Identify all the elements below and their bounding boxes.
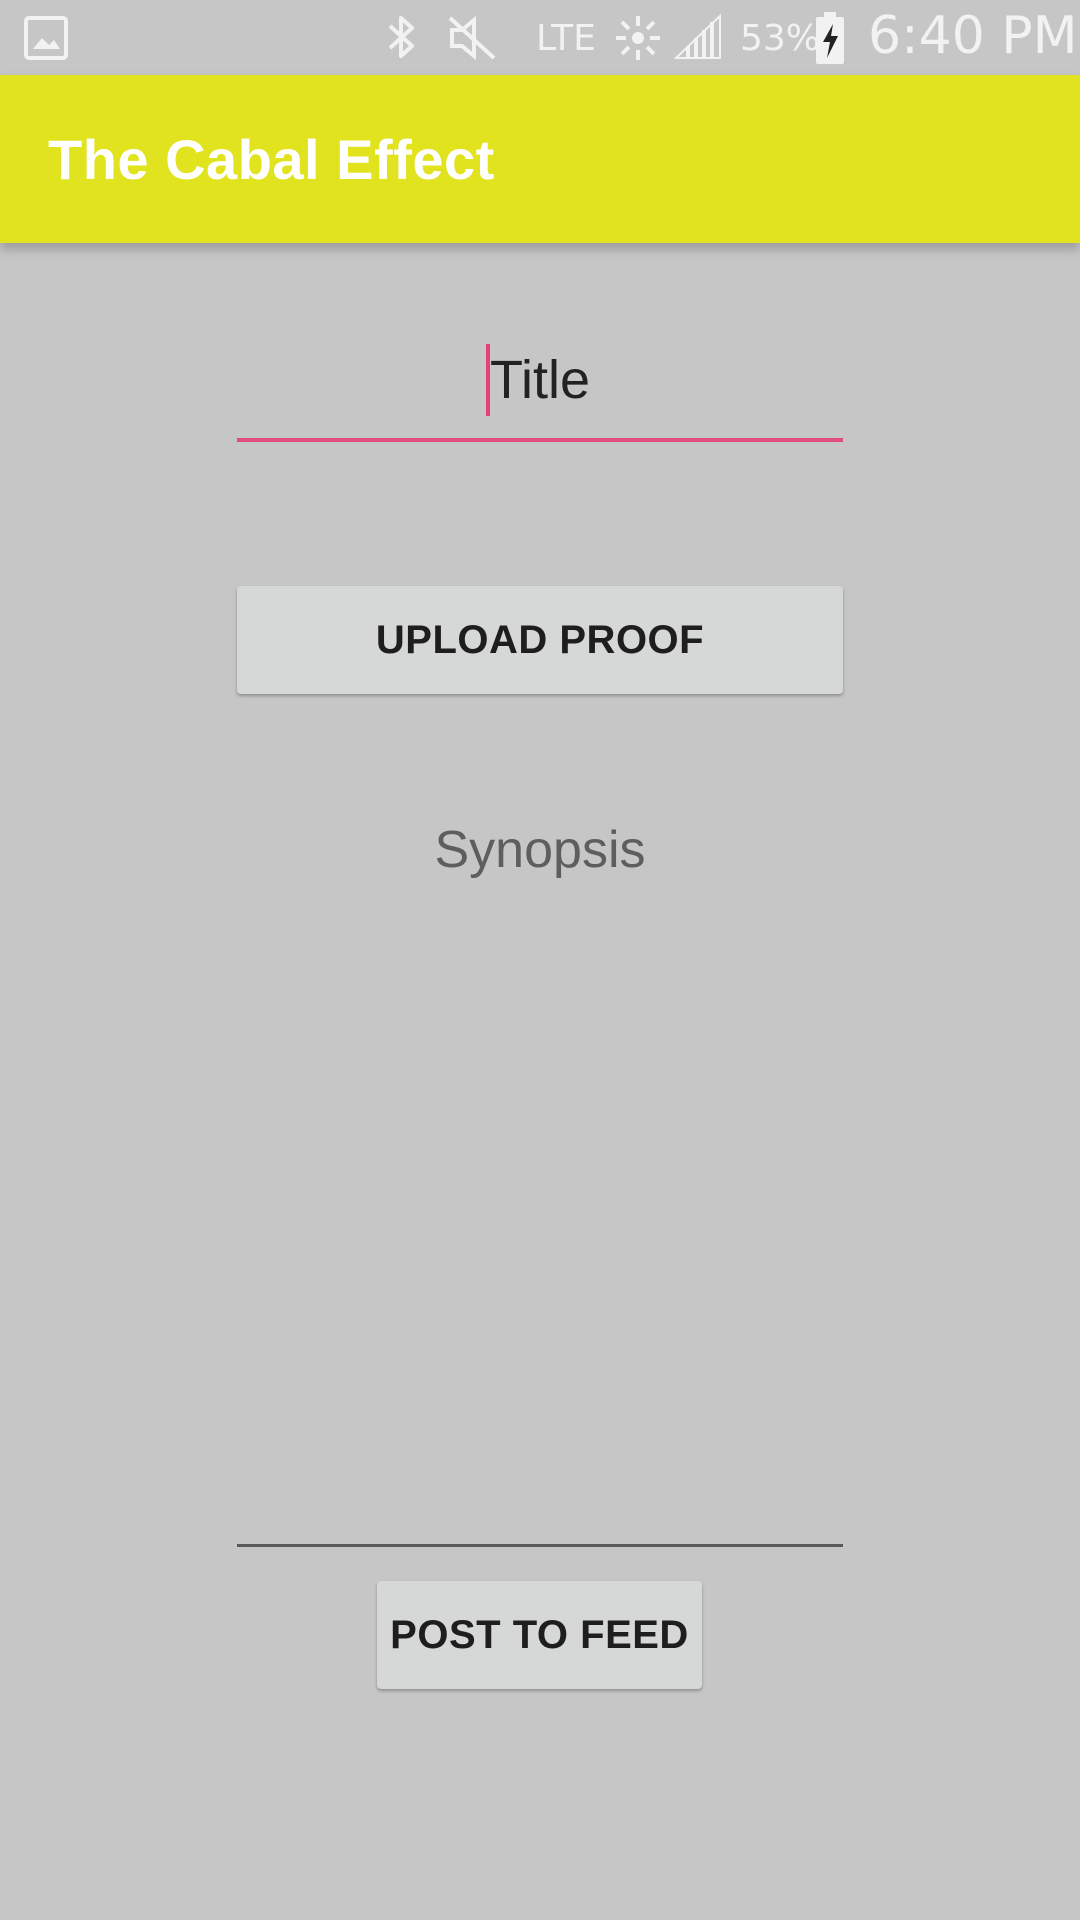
synopsis-input[interactable] — [237, 800, 843, 1560]
clock: 6:40 PM — [868, 6, 1078, 66]
upload-proof-button[interactable]: UPLOAD PROOF — [237, 586, 843, 694]
battery-charging-icon — [814, 12, 846, 70]
text-cursor — [486, 344, 490, 416]
status-bar: LTE 53% 6:40 PM — [0, 0, 1080, 75]
battery-percent: 53% — [740, 18, 821, 59]
gallery-icon — [24, 16, 68, 64]
title-field[interactable] — [237, 330, 843, 442]
signal-icon — [672, 12, 724, 66]
synopsis-underline — [237, 1544, 843, 1547]
sync-icon — [612, 12, 664, 68]
synopsis-field[interactable] — [237, 800, 843, 1560]
mute-icon — [446, 14, 498, 66]
title-underline — [237, 438, 843, 442]
title-input[interactable] — [237, 330, 843, 430]
bluetooth-icon — [382, 12, 422, 66]
network-label: LTE — [536, 18, 596, 59]
app-bar: The Cabal Effect — [0, 75, 1080, 243]
post-to-feed-button[interactable]: POST TO FEED — [377, 1581, 702, 1689]
app-title: The Cabal Effect — [48, 128, 495, 191]
